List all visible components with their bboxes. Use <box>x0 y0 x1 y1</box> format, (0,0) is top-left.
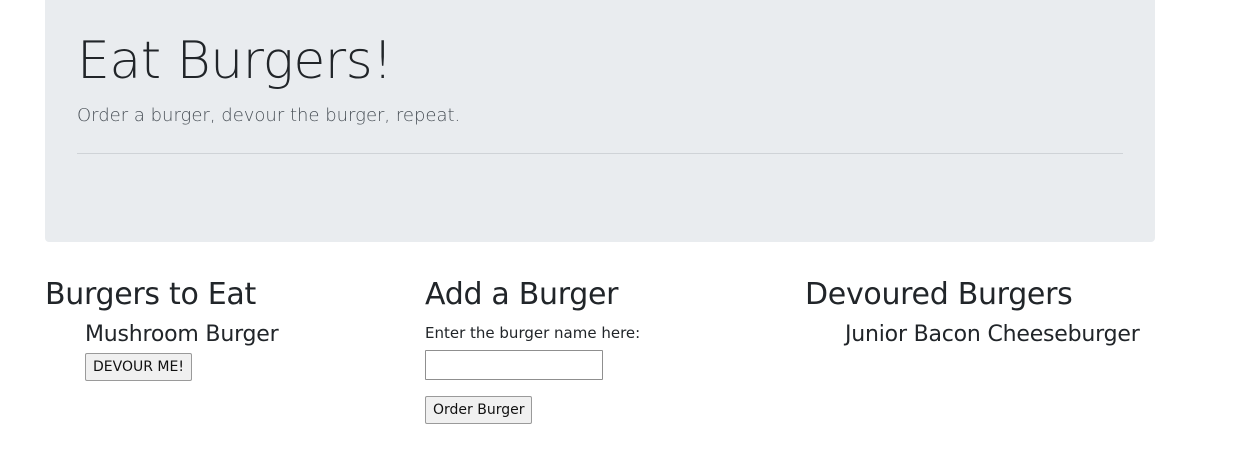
jumbotron: Eat Burgers! Order a burger, devour the … <box>45 0 1155 242</box>
list-item: Junior Bacon Cheeseburger <box>805 320 1225 350</box>
devour-button[interactable]: DEVOUR ME! <box>85 353 192 381</box>
burger-name-label: Enter the burger name here: <box>425 324 641 342</box>
divider <box>77 153 1123 154</box>
devoured-burgers-heading: Devoured Burgers <box>805 277 1073 312</box>
add-burger-column: Add a Burger Enter the burger name here:… <box>425 276 805 424</box>
order-burger-button[interactable]: Order Burger <box>425 396 533 424</box>
burger-name: Mushroom Burger <box>85 322 279 347</box>
devoured-burgers-column: Devoured Burgers Junior Bacon Cheeseburg… <box>805 276 1225 350</box>
burgers-to-eat-column: Burgers to Eat Mushroom Burger DEVOUR ME… <box>45 276 425 381</box>
page-subtitle: Order a burger, devour the burger, repea… <box>77 105 461 126</box>
burgers-to-eat-heading: Burgers to Eat <box>45 277 256 312</box>
list-item: Mushroom Burger DEVOUR ME! <box>45 320 425 381</box>
devoured-burger-name: Junior Bacon Cheeseburger <box>845 322 1140 347</box>
burger-name-input[interactable] <box>425 350 603 380</box>
add-burger-heading: Add a Burger <box>425 277 619 312</box>
page-title: Eat Burgers! <box>77 31 393 91</box>
